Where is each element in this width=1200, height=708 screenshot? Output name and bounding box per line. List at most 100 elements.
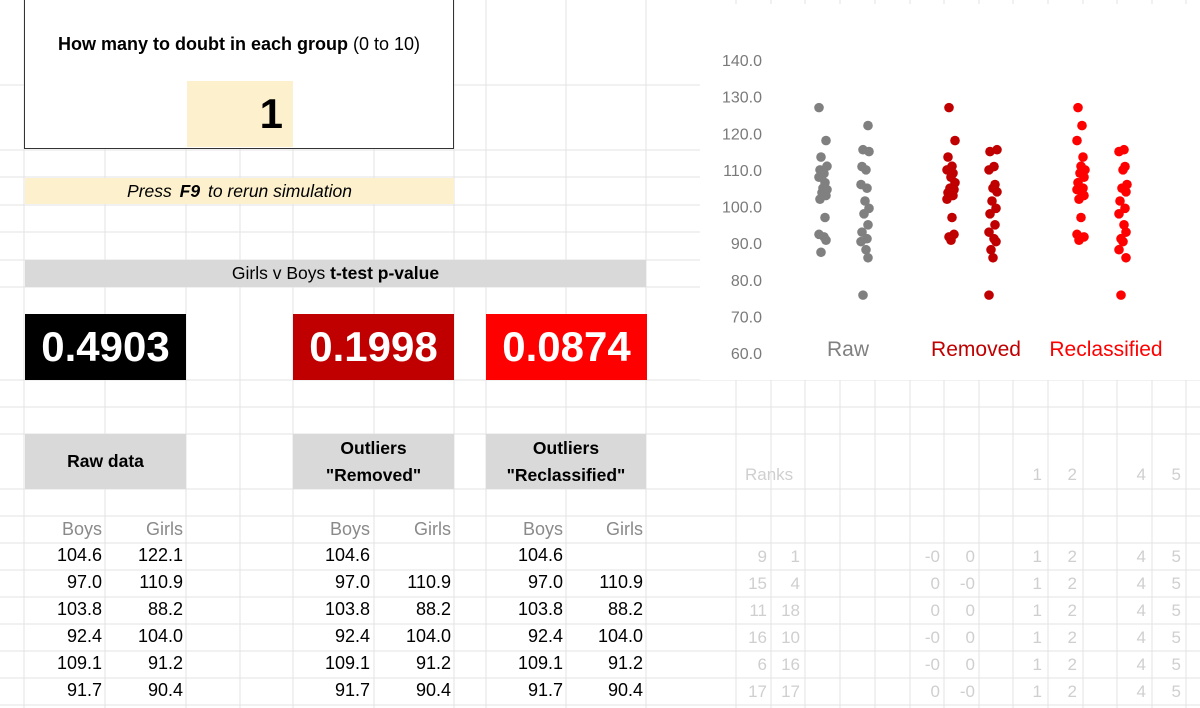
table-cell[interactable]: 103.8	[493, 599, 563, 620]
table-cell[interactable]: 97.0	[300, 572, 370, 593]
table-cell[interactable]: 104.6	[300, 545, 370, 566]
data-point	[986, 244, 996, 255]
table-cell[interactable]: 97.0	[32, 572, 102, 593]
data-point	[814, 102, 824, 113]
ranks-cell: -0	[924, 547, 940, 566]
pvalue-header: Girls v Boys t-test p-value	[25, 260, 646, 287]
ranks-header-num: 5	[1171, 465, 1181, 484]
table-cell[interactable]: 110.9	[573, 572, 643, 593]
data-point	[992, 187, 1002, 197]
y-tick-label: 90.0	[731, 236, 762, 253]
data-point	[942, 194, 952, 204]
data-point	[1078, 152, 1088, 162]
pvalue-header-bold: t-test p-value	[330, 263, 440, 283]
data-point	[1121, 187, 1131, 197]
pvalue-removed: 0.1998	[293, 314, 454, 380]
data-point	[861, 244, 871, 255]
table-cell[interactable]: 90.4	[381, 680, 451, 701]
doubt-title-bold: How many to doubt in each group	[57, 34, 348, 54]
table-cell[interactable]: 104.0	[381, 626, 451, 647]
table-cell[interactable]: 92.4	[32, 626, 102, 647]
ranks-cell: 4	[1136, 655, 1146, 674]
table-cell[interactable]: 91.7	[493, 680, 563, 701]
table-cell[interactable]: 104.6	[32, 545, 102, 566]
ranks-cell: 1	[1032, 628, 1042, 647]
table-cell[interactable]: 90.4	[113, 680, 183, 701]
doubt-title-range: (0 to 10)	[352, 34, 421, 54]
table-cell[interactable]: 92.4	[300, 626, 370, 647]
doubt-count-input[interactable]: 1	[187, 81, 293, 147]
table-cell[interactable]: 88.2	[113, 599, 183, 620]
raw-data-title: Raw data	[67, 451, 144, 471]
ranks-cell: 4	[1136, 628, 1146, 647]
data-point	[1116, 290, 1126, 300]
reclassified-girls-header: Girls	[606, 519, 643, 539]
table-cell[interactable]: 88.2	[381, 599, 451, 620]
table-cell[interactable]: 91.2	[113, 653, 183, 674]
pvalue-header-prefix: Girls v Boys	[231, 263, 326, 283]
ranks-cell: 18	[781, 601, 800, 620]
data-point	[943, 152, 953, 162]
ranks-cell: 16	[781, 655, 800, 674]
y-tick-label: 60.0	[731, 346, 762, 363]
category-label: Removed	[931, 338, 1021, 361]
table-cell[interactable]: 109.1	[32, 653, 102, 674]
y-tick-label: 110.0	[723, 163, 762, 180]
data-point	[988, 252, 998, 263]
table-cell[interactable]: 91.7	[300, 680, 370, 701]
removed-girls-header: Girls	[414, 519, 451, 539]
table-cell[interactable]: 90.4	[573, 680, 643, 701]
table-cell[interactable]: 91.2	[573, 653, 643, 674]
ranks-cell: 1	[790, 547, 800, 566]
ranks-cell: 5	[1171, 682, 1181, 701]
ranks-header-num: 4	[1136, 465, 1146, 484]
ranks-cell: 16	[748, 628, 767, 647]
ranks-cell: 1	[1032, 601, 1042, 620]
ranks-cell: -0	[924, 655, 940, 674]
ranks-cell: 2	[1067, 547, 1077, 566]
ranks-cell: 17	[781, 682, 800, 701]
data-point	[815, 194, 825, 204]
data-point	[859, 209, 869, 219]
table-cell[interactable]: 92.4	[493, 626, 563, 647]
pvalue-reclassified: 0.0874	[486, 314, 647, 380]
table-cell[interactable]: 122.1	[113, 545, 183, 566]
table-cell[interactable]: 110.9	[381, 572, 451, 593]
table-cell[interactable]: 103.8	[32, 599, 102, 620]
table-cell[interactable]: 104.0	[113, 626, 183, 647]
table-cell[interactable]: 97.0	[493, 572, 563, 593]
ranks-cell: -0	[959, 574, 975, 593]
ranks-cell: 0	[965, 601, 975, 620]
table-cell[interactable]: 104.0	[573, 626, 643, 647]
table-cell[interactable]: 109.1	[493, 653, 563, 674]
table-cell[interactable]: 103.8	[300, 599, 370, 620]
ranks-cell: 5	[1171, 655, 1181, 674]
ranks-cell: 4	[790, 574, 800, 593]
reclassified-boys-header: Boys	[522, 519, 563, 539]
reclassified-header: Outliers "Reclassified"	[486, 434, 646, 489]
ranks-cell: 15	[748, 574, 767, 593]
data-point	[984, 290, 994, 300]
table-cell[interactable]: 88.2	[573, 599, 643, 620]
reclassified-title-line1: Outliers	[532, 437, 600, 458]
table-cell[interactable]: 91.7	[32, 680, 102, 701]
data-point	[816, 247, 826, 258]
y-tick-label: 100.0	[722, 200, 762, 217]
y-tick-label: 80.0	[731, 273, 762, 290]
ranks-cell: 1	[1032, 655, 1042, 674]
table-cell[interactable]: 109.1	[300, 653, 370, 674]
ranks-cell: 11	[749, 601, 767, 620]
raw-data-header: Raw data	[25, 434, 186, 489]
table-cell[interactable]: 91.2	[381, 653, 451, 674]
data-point	[1114, 244, 1124, 255]
table-cell[interactable]: 110.9	[113, 572, 183, 593]
ranks-cell: 0	[930, 682, 940, 701]
table-cell[interactable]: 104.6	[493, 545, 563, 566]
y-tick-label: 120.0	[722, 126, 762, 143]
ranks-label: Ranks	[745, 465, 794, 484]
ranks-cell: 0	[965, 628, 975, 647]
data-point	[821, 235, 831, 245]
data-point	[944, 102, 954, 113]
data-point	[1073, 102, 1083, 113]
removed-boys-header: Boys	[329, 519, 370, 539]
